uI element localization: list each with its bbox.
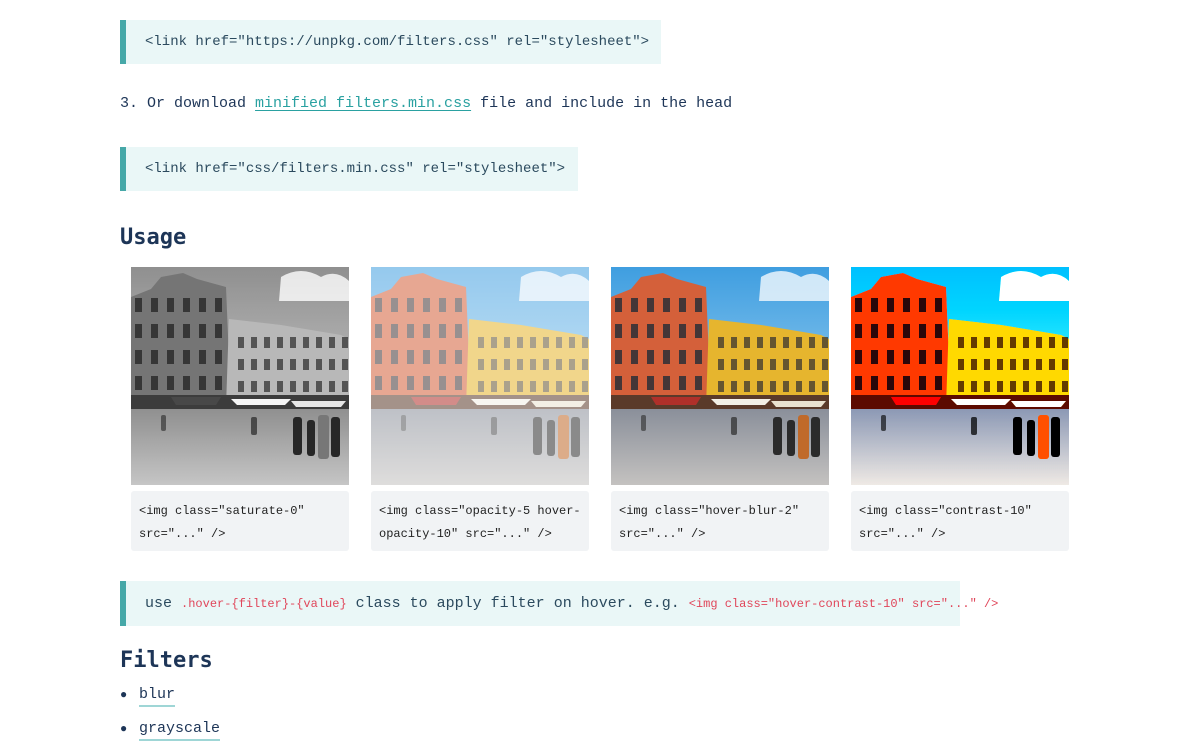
usage-card: <img class="contrast-10" src="..." /> — [851, 267, 1069, 551]
note-use: use — [145, 595, 182, 612]
hover-class-pattern: .hover-{filter}-{value} — [181, 596, 347, 611]
code-example: <img class="opacity-5 hover-opacity-10" … — [371, 491, 589, 551]
filters-list: ● blur ● grayscale — [120, 686, 221, 754]
code-example: <img class="saturate-0" src="..." /> — [131, 491, 349, 551]
street-photo-contrast-10 — [851, 267, 1069, 485]
code-example: <img class="hover-blur-2" src="..." /> — [611, 491, 829, 551]
code-example: <img class="contrast-10" src="..." /> — [851, 491, 1069, 551]
code-snippet-local: <link href="css/filters.min.css" rel="st… — [145, 161, 566, 177]
list-item: ● blur — [120, 686, 220, 720]
install-step-3: 3. Or download minified filters.min.css … — [120, 95, 732, 112]
section-title-usage: Usage — [120, 225, 187, 250]
street-photo-saturate-0 — [131, 267, 349, 485]
code-callout-local: <link href="css/filters.min.css" rel="st… — [120, 147, 578, 191]
section-title-filters: Filters — [120, 648, 213, 673]
code-callout-unpkg: <link href="https://unpkg.com/filters.cs… — [120, 20, 661, 64]
bullet-icon: ● — [120, 722, 128, 736]
code-snippet-unpkg: <link href="https://unpkg.com/filters.cs… — [145, 34, 650, 50]
hover-example-code: <img class="hover-contrast-10" src="..."… — [688, 596, 999, 611]
filter-link-blur[interactable]: blur — [139, 686, 176, 707]
filter-link-grayscale[interactable]: grayscale — [139, 720, 221, 741]
usage-card: <img class="hover-blur-2" src="..." /> — [611, 267, 829, 551]
usage-card: <img class="saturate-0" src="..." /> — [131, 267, 349, 551]
hover-usage-note: use .hover-{filter}-{value} class to app… — [120, 581, 998, 626]
download-minified-link[interactable]: minified filters.min.css — [255, 95, 471, 112]
bullet-icon: ● — [120, 688, 128, 702]
street-photo-opacity-5[interactable] — [371, 267, 589, 485]
street-photo-hover-blur[interactable] — [611, 267, 829, 485]
usage-card: <img class="opacity-5 hover-opacity-10" … — [371, 267, 589, 551]
step-prefix: 3. Or download — [120, 95, 256, 112]
list-item: ● grayscale — [120, 720, 221, 754]
note-middle: class to apply filter on hover. e.g. — [346, 595, 689, 612]
step-suffix: file and include in the head — [471, 95, 733, 112]
